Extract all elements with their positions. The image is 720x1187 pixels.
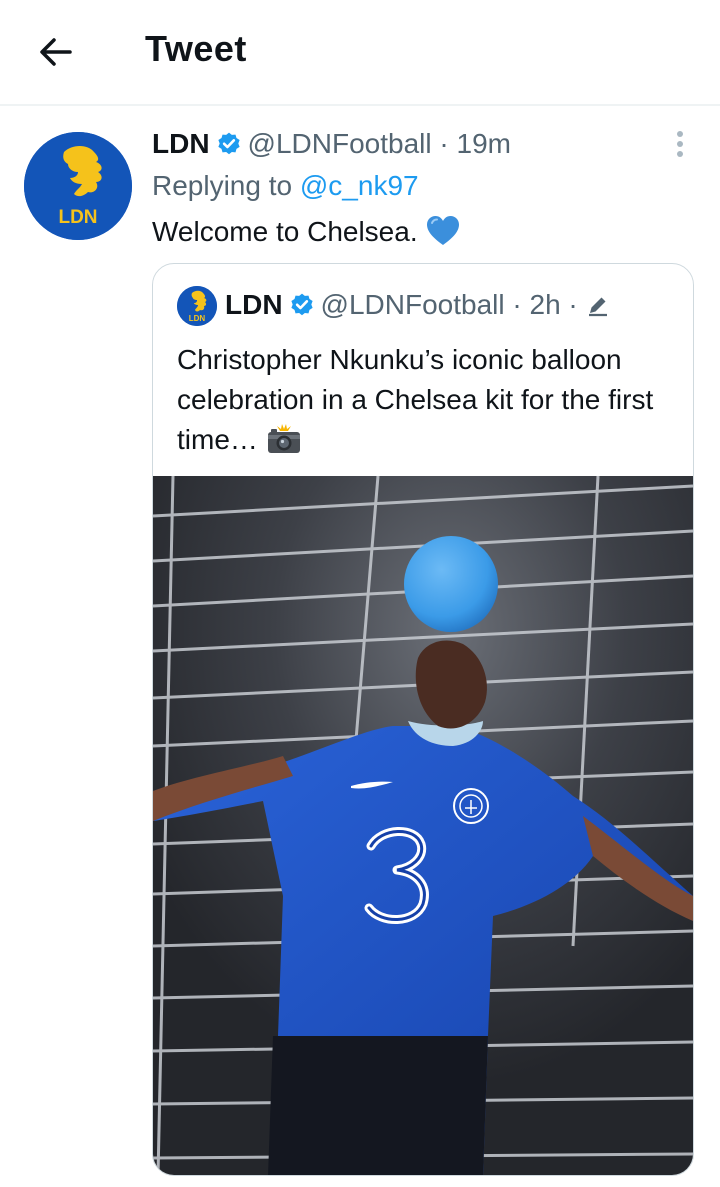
author-avatar[interactable]: LDN [24,132,132,240]
svg-text:LDN: LDN [189,314,206,323]
quoted-author-name: LDN [225,289,283,320]
quoted-author-handle: @LDNFootball [320,289,505,320]
svg-text:LDN: LDN [58,207,97,228]
quoted-tweet-time: 2h [529,289,561,320]
quoted-tweet-text: Christopher Nkunku’s iconic balloon cele… [177,340,677,460]
quoted-tweet-photo[interactable] [153,475,693,1175]
reply-mention-link[interactable]: @c_nk97 [300,170,419,201]
verified-badge-icon [216,131,242,157]
tweet-body: Welcome to Chelsea. [152,216,418,247]
replying-to-line: Replying to @c_nk97 [152,170,419,202]
top-bar: Tweet [0,0,720,106]
blue-heart-icon [426,215,460,247]
edit-separator: · [560,289,578,320]
camera-flash-icon [266,423,302,455]
quoted-tweet-card[interactable]: LDN LDN @LDNFootball · 2h · Christopher N… [152,263,694,1176]
back-arrow-icon[interactable] [36,32,76,72]
edited-pencil-icon[interactable] [586,291,610,317]
page-title: Tweet [145,28,247,69]
author-handle[interactable]: @LDNFootball [248,128,432,159]
more-options-icon[interactable] [664,128,696,160]
quoted-tweet-body: Christopher Nkunku’s iconic balloon cele… [177,344,654,455]
quoted-meta-separator: · [504,289,530,320]
tweet-meta: LDN @LDNFootball · 19m [152,128,511,160]
quoted-author-avatar: LDN [177,286,217,326]
replying-prefix: Replying to [152,170,300,201]
meta-separator: · [431,128,457,159]
tweet-text: Welcome to Chelsea. [152,214,460,250]
quoted-tweet-meta: LDN @LDNFootball · 2h · [225,288,610,322]
author-name[interactable]: LDN [152,128,210,159]
tweet-time[interactable]: 19m [457,128,511,159]
verified-badge-icon [289,292,315,318]
